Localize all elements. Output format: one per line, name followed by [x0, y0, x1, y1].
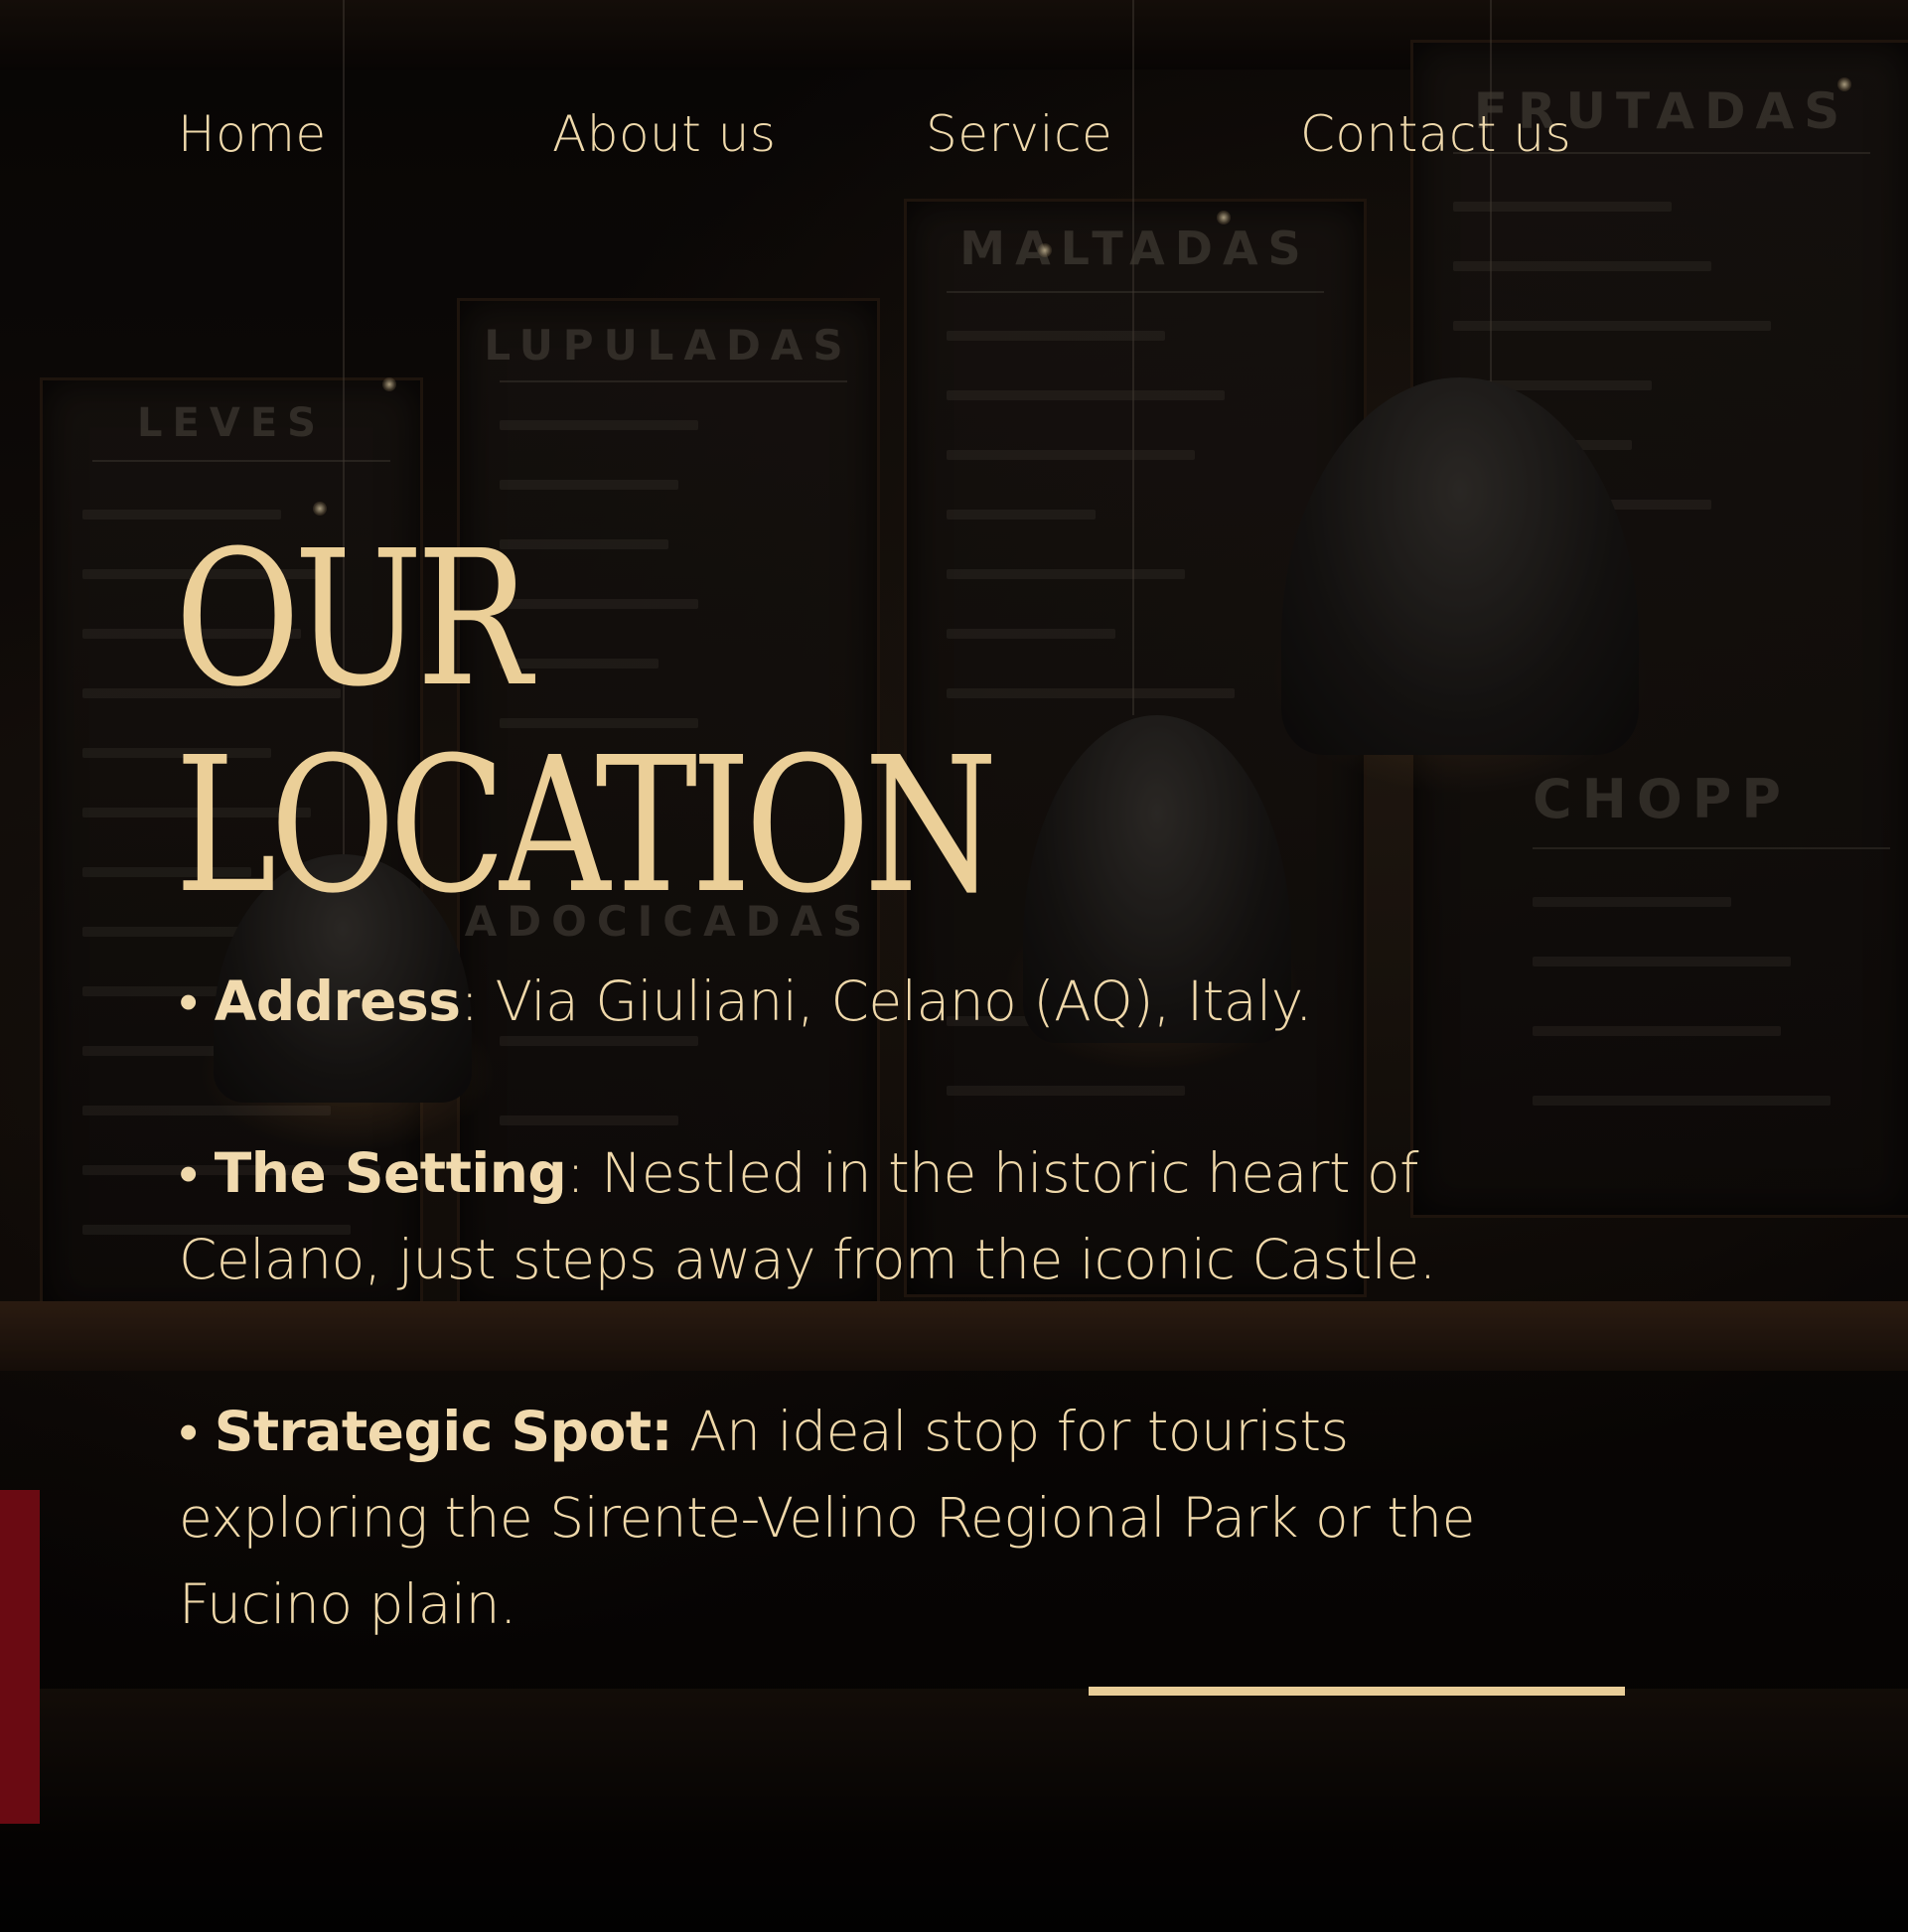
separator: : — [566, 1141, 585, 1205]
nav-service-link[interactable]: Service — [926, 105, 1112, 163]
bullet: • — [179, 969, 198, 1033]
page-title: OUR LOCATION — [175, 517, 998, 930]
bullet: • — [179, 1400, 198, 1463]
title-line-1: OUR — [175, 511, 531, 728]
strategic-spot-item: • Strategic Spot: An ideal stop for tour… — [179, 1389, 1609, 1648]
wooden-shelf — [0, 1301, 1908, 1371]
address-item: • Address: Via Giuliani, Celano (AQ), It… — [179, 959, 1609, 1045]
separator: : — [460, 969, 479, 1033]
strategic-spot-label: Strategic Spot: — [214, 1400, 673, 1463]
nav-about-link[interactable]: About us — [552, 105, 776, 163]
board-title: LEVES — [137, 400, 326, 446]
pendant-lamp — [1281, 377, 1639, 755]
title-line-2: LOCATION — [175, 717, 998, 935]
nav-contact-link[interactable]: Contact us — [1300, 105, 1571, 163]
address-value: Via Giuliani, Celano (AQ), Italy. — [478, 969, 1313, 1033]
bullet: • — [179, 1141, 198, 1205]
board-title: LUPULADAS — [484, 321, 853, 370]
setting-label: The Setting — [214, 1141, 567, 1205]
board-title: MALTADAS — [959, 222, 1311, 275]
setting-item: • The Setting: Nestled in the historic h… — [179, 1130, 1609, 1303]
divider-line — [1089, 1687, 1625, 1696]
location-page: LEVES LUPULADAS ADOCICADAS MALTADAS FRUT… — [0, 0, 1908, 1932]
board-title: CHOPP — [1533, 768, 1791, 830]
nav-home-link[interactable]: Home — [178, 105, 327, 163]
bar-counter — [0, 1689, 1908, 1932]
address-label: Address — [214, 969, 461, 1033]
ceiling — [0, 0, 1908, 70]
side-accent-bar — [0, 1490, 40, 1824]
